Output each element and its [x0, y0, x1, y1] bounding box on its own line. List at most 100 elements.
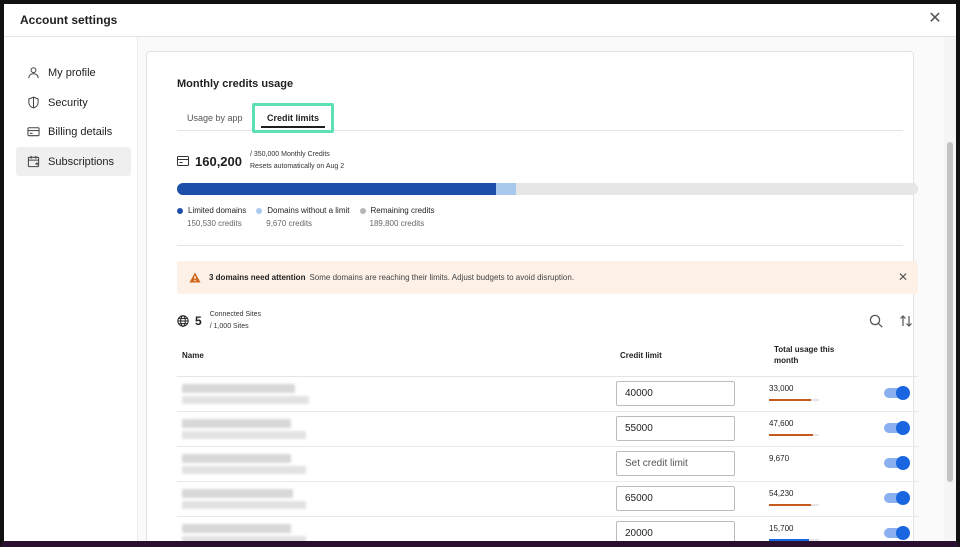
sites-total: / 1,000 Sites — [209, 323, 249, 330]
sidebar-item-label: Security — [48, 96, 88, 109]
domain-enabled-toggle[interactable] — [884, 491, 910, 505]
sidebar-item-my-profile[interactable]: My profile — [16, 58, 131, 87]
credit-limit-input[interactable]: 40000 — [616, 381, 735, 406]
account-settings-dialog: Account settings ✕ My profile Security B… — [0, 0, 960, 547]
blurred-domain-name — [182, 524, 291, 533]
sidebar-item-billing-details[interactable]: Billing details — [16, 117, 131, 146]
credits-meta: / 350,000 Monthly Credits Resets automat… — [250, 149, 344, 173]
search-icon[interactable] — [868, 313, 884, 329]
tab-label: Credit limits — [266, 113, 319, 123]
domain-enabled-toggle[interactable] — [884, 526, 910, 540]
credit-limit-input[interactable]: Set credit limit — [616, 451, 735, 476]
usage-bar-fill — [769, 539, 809, 541]
shield-icon — [26, 96, 40, 110]
close-icon[interactable]: ✕ — [898, 270, 908, 284]
alert-text: Some domains are reaching their limits. … — [309, 273, 575, 282]
divider — [177, 245, 903, 246]
person-icon — [26, 66, 40, 80]
legend-label: Domains without a limit — [267, 206, 350, 215]
globe-icon — [177, 315, 189, 327]
card-icon — [177, 156, 189, 166]
sidebar-item-label: Billing details — [48, 125, 113, 138]
domain-enabled-toggle[interactable] — [884, 421, 910, 435]
scrollbar[interactable] — [944, 37, 956, 541]
usage-bar — [769, 539, 819, 541]
usage-value: 9,670 — [769, 454, 790, 463]
close-icon[interactable]: ✕ — [926, 10, 944, 28]
column-header-name: Name — [182, 351, 204, 360]
sidebar-item-label: My profile — [48, 66, 96, 79]
attention-alert: 3 domains need attention Some domains ar… — [177, 261, 918, 294]
table-row: 55000 47,600 — [177, 412, 918, 447]
usage-value: 47,600 — [769, 419, 794, 428]
scrollbar-thumb[interactable] — [947, 142, 953, 482]
legend-value: 189,800 credits — [369, 219, 425, 228]
sidebar-item-subscriptions[interactable]: Subscriptions — [16, 147, 131, 176]
usage-bar-fill — [769, 399, 811, 401]
dialog-title: Account settings — [20, 13, 118, 27]
table-row: Set credit limit 9,670 — [177, 447, 918, 482]
warning-icon — [189, 272, 201, 283]
blurred-domain-url — [182, 466, 306, 474]
connected-sites-summary: 5 Connected Sites / 1,000 Sites — [177, 310, 261, 332]
blurred-domain-name — [182, 419, 291, 428]
usage-bar-fill — [769, 434, 813, 436]
domain-enabled-toggle[interactable] — [884, 386, 910, 400]
column-header-total-usage: Total usage this month — [774, 345, 835, 365]
table-row: 65000 54,230 — [177, 482, 918, 517]
blurred-domain-url — [182, 396, 309, 404]
credit-limit-input[interactable]: 55000 — [616, 416, 735, 441]
blurred-domain-name — [182, 489, 293, 498]
section-title: Monthly credits usage — [177, 78, 294, 90]
usage-bar — [769, 434, 819, 436]
usage-value: 54,230 — [769, 489, 794, 498]
legend-dot — [359, 207, 366, 214]
credits-reset: Resets automatically on Aug 2 — [250, 163, 345, 170]
blurred-domain-url — [182, 501, 306, 509]
usage-value: 33,000 — [769, 384, 794, 393]
tab-credit-limits[interactable]: Credit limits — [252, 103, 334, 133]
blurred-domain-url — [182, 536, 306, 541]
usage-bar-segment — [177, 183, 496, 195]
dialog-titlebar: Account settings ✕ — [4, 4, 956, 37]
column-header-credit-limit: Credit limit — [620, 351, 662, 360]
legend-value: 150,530 credits — [187, 219, 242, 228]
table-row: 40000 33,000 — [177, 377, 918, 412]
credits-usage-bar — [177, 183, 918, 195]
credits-total: / 350,000 Monthly Credits — [250, 151, 330, 158]
alert-title: 3 domains need attention — [209, 273, 306, 282]
sidebar: My profile Security Billing details Subs… — [4, 37, 138, 541]
credits-used: 160,200 — [195, 153, 242, 169]
usage-bar-fill — [769, 504, 811, 506]
credit-limit-input[interactable]: 20000 — [616, 521, 735, 541]
usage-legend: Limited domains 150,530 credits Domains … — [177, 206, 435, 228]
domain-enabled-toggle[interactable] — [884, 456, 910, 470]
legend-domains-without-limit: Domains without a limit 9,670 credits — [256, 206, 350, 228]
tab-bar: Usage by app Credit limits — [177, 103, 903, 133]
legend-label: Limited domains — [188, 206, 247, 215]
sites-meta: Connected Sites / 1,000 Sites — [210, 309, 261, 333]
legend-remaining-credits: Remaining credits 189,800 credits — [359, 206, 435, 228]
blurred-domain-name — [182, 454, 291, 463]
credits-summary: 160,200 / 350,000 Monthly Credits Resets… — [177, 148, 344, 174]
sites-count: 5 — [195, 314, 202, 328]
legend-label: Remaining credits — [370, 206, 435, 215]
credits-panel: Monthly credits usage Usage by app Credi… — [146, 51, 918, 541]
card-icon — [26, 125, 40, 139]
sidebar-item-security[interactable]: Security — [16, 88, 131, 117]
blurred-domain-name — [182, 384, 295, 393]
table-row: 20000 15,700 — [177, 517, 918, 541]
sort-icon[interactable] — [898, 313, 914, 329]
usage-value: 15,700 — [769, 524, 794, 533]
content-area: Monthly credits usage Usage by app Credi… — [138, 37, 944, 541]
tab-usage-by-app[interactable]: Usage by app — [187, 113, 243, 123]
sites-label: Connected Sites — [209, 311, 262, 318]
usage-bar — [769, 399, 819, 401]
blurred-domain-url — [182, 431, 306, 439]
legend-value: 9,670 credits — [266, 219, 313, 228]
usage-bar — [769, 504, 819, 506]
calendar-icon — [26, 155, 40, 169]
sidebar-item-label: Subscriptions — [48, 155, 115, 168]
legend-dot — [256, 207, 263, 214]
credit-limit-input[interactable]: 65000 — [616, 486, 735, 511]
